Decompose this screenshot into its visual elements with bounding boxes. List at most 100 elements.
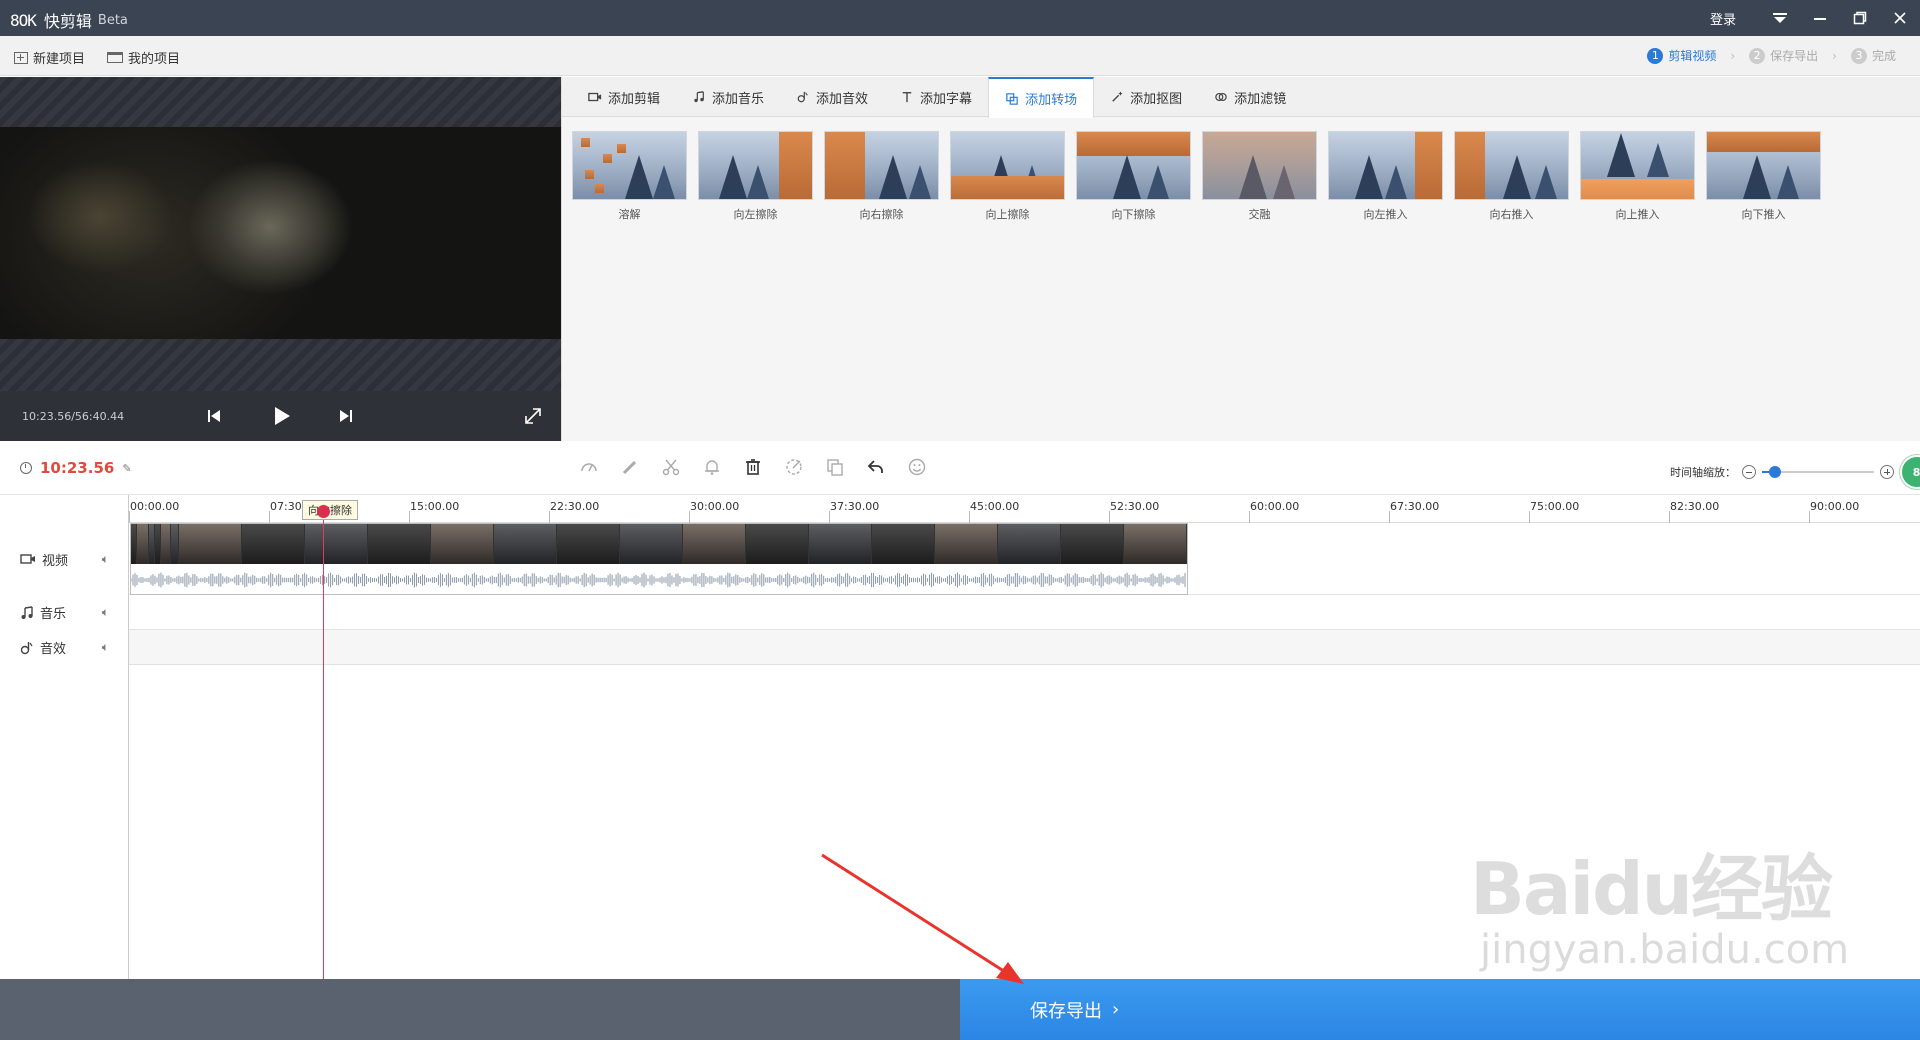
volume-icon[interactable]: 🔈︎ (102, 605, 109, 620)
magic-select-icon[interactable] (783, 456, 805, 478)
step-edit-video[interactable]: 1 剪辑视频 (1647, 47, 1716, 64)
scissors-icon[interactable] (660, 456, 682, 478)
track-header-music: 音乐 🔈︎ (0, 595, 129, 630)
copy-icon[interactable] (824, 456, 846, 478)
transition-preview (824, 131, 939, 200)
track-header-video: 视频 🔈︎ (0, 523, 129, 595)
transition-wipe-down[interactable]: 向下擦除 (1076, 131, 1191, 222)
tab-add-clip[interactable]: 添加剪辑 (572, 77, 676, 117)
save-export-button[interactable]: 保存导出 › (960, 979, 1920, 1040)
ruler-tick-label: 37:30.00 (830, 500, 880, 513)
preview-frame[interactable] (0, 127, 561, 339)
tab-add-filter[interactable]: 添加滤镜 (1198, 77, 1302, 117)
ruler-tick-label: 52:30.00 (1110, 500, 1160, 513)
current-time-display: 10:23.56 ✎ (20, 459, 132, 477)
transition-preview (950, 131, 1065, 200)
zoom-out-icon[interactable] (1742, 465, 1756, 479)
video-clip[interactable] (130, 523, 1188, 595)
tab-label: 添加音乐 (712, 91, 765, 107)
transition-blend[interactable]: 交融 (1202, 131, 1317, 222)
zoom-label: 时间轴缩放： (1670, 466, 1736, 479)
transition-preview (1328, 131, 1443, 200)
transition-dissolve[interactable]: 溶解 (572, 131, 687, 222)
volume-icon[interactable]: 🔈︎ (102, 552, 109, 567)
transition-push-right[interactable]: 向右推入 (1454, 131, 1569, 222)
transition-tooltip: 向右擦除 (302, 500, 358, 520)
watermark-sub: jingyan.baidu.com (1480, 927, 1850, 973)
track-header-sfx: 音效 🔈︎ (0, 630, 129, 665)
step-number: 3 (1850, 47, 1867, 64)
transition-label: 向右推入 (1489, 208, 1534, 221)
undo-icon[interactable] (865, 456, 887, 478)
tab-add-music[interactable]: 添加音乐 (676, 77, 780, 117)
tab-add-sound-effect[interactable]: 添加音效 (780, 77, 884, 117)
next-frame-icon[interactable] (333, 403, 359, 429)
track-label-music: 音乐 (40, 607, 67, 622)
tab-add-cutout[interactable]: 添加抠图 (1094, 77, 1198, 117)
zoom-badge: 80 (1900, 455, 1920, 489)
speed-icon[interactable] (578, 456, 600, 478)
play-icon[interactable] (268, 403, 294, 429)
delete-icon[interactable] (742, 456, 764, 478)
tab-add-subtitle[interactable]: 添加字幕 (884, 77, 988, 117)
ruler-tick-label: 90:00.00 (1810, 500, 1860, 513)
fullscreen-icon[interactable] (520, 403, 546, 429)
sticker-smile-icon[interactable] (906, 456, 928, 478)
transition-push-left[interactable]: 向左推入 (1328, 131, 1443, 222)
restore-icon[interactable] (1840, 0, 1880, 36)
tab-label: 添加音效 (816, 91, 869, 107)
ruler-tick-label: 22:30.00 (550, 500, 600, 513)
new-project-button[interactable]: 新建项目 (14, 48, 85, 67)
transition-push-down[interactable]: 向下推入 (1706, 131, 1821, 222)
playhead-handle[interactable] (317, 505, 330, 518)
workflow-steps: 1 剪辑视频 › 2 保存导出 › 3 完成 (1647, 47, 1896, 64)
transition-preview (1202, 131, 1317, 200)
previous-frame-icon[interactable] (201, 403, 227, 429)
timeline-ruler[interactable]: 00:00.00 07:30.00 15:00.00 22:30.00 30:00.00… (129, 495, 1920, 523)
tab-label: 添加抠图 (1130, 91, 1183, 107)
clip-thumbnails (131, 524, 1187, 564)
music-track[interactable] (129, 595, 1920, 630)
ruler-tick-label: 75:00.00 (1530, 500, 1580, 513)
track-label-video: 视频 (42, 553, 69, 569)
step-save-export[interactable]: 2 保存导出 (1749, 47, 1818, 64)
transition-push-up[interactable]: 向上推入 (1580, 131, 1695, 222)
transition-preview (572, 131, 687, 200)
tab-label: 添加转场 (1025, 93, 1078, 108)
my-projects-button[interactable]: 我的项目 (107, 48, 180, 67)
track-label-sfx: 音效 (40, 642, 67, 657)
zoom-slider[interactable] (1762, 466, 1874, 478)
step-label: 剪辑视频 (1668, 49, 1717, 63)
transition-wipe-left[interactable]: 向左擦除 (698, 131, 813, 222)
transition-wipe-up[interactable]: 向上擦除 (950, 131, 1065, 222)
minimize-icon[interactable] (1800, 0, 1840, 36)
close-icon[interactable] (1880, 0, 1920, 36)
step-done[interactable]: 3 完成 (1850, 47, 1896, 64)
zoom-in-icon[interactable] (1880, 465, 1894, 479)
playback-controls: 10:23.56/56:40.44 (0, 391, 561, 441)
music-note-icon (694, 91, 704, 103)
transition-label: 向左推入 (1363, 208, 1408, 221)
bell-icon[interactable] (701, 456, 723, 478)
transition-preview (1580, 131, 1695, 200)
tab-label: 添加字幕 (920, 91, 973, 107)
transition-icon (1006, 92, 1018, 105)
my-projects-label: 我的项目 (128, 52, 181, 67)
volume-icon[interactable]: 🔈︎ (102, 640, 109, 655)
ruler-tick-label: 00:00.00 (130, 500, 180, 513)
zoom-slider-handle[interactable] (1769, 466, 1782, 478)
tab-add-transition[interactable]: 添加转场 (988, 77, 1095, 118)
video-preview: 10:23.56/56:40.44 (0, 77, 561, 441)
edit-time-icon[interactable]: ✎ (122, 462, 131, 475)
sound-effect-track[interactable] (129, 630, 1920, 665)
audio-waveform (131, 572, 1186, 588)
magic-wand-icon (1112, 91, 1123, 102)
ruler-tick-label: 30:00.00 (690, 500, 740, 513)
playhead[interactable] (323, 505, 324, 979)
transition-wipe-right[interactable]: 向右擦除 (824, 131, 939, 222)
login-link[interactable]: 登录 (1710, 9, 1736, 28)
ruler-tick-label: 67:30.00 (1390, 500, 1440, 513)
dropdown-menu-icon[interactable] (1760, 0, 1800, 36)
pencil-icon[interactable] (619, 456, 641, 478)
transition-preview (1706, 131, 1821, 200)
